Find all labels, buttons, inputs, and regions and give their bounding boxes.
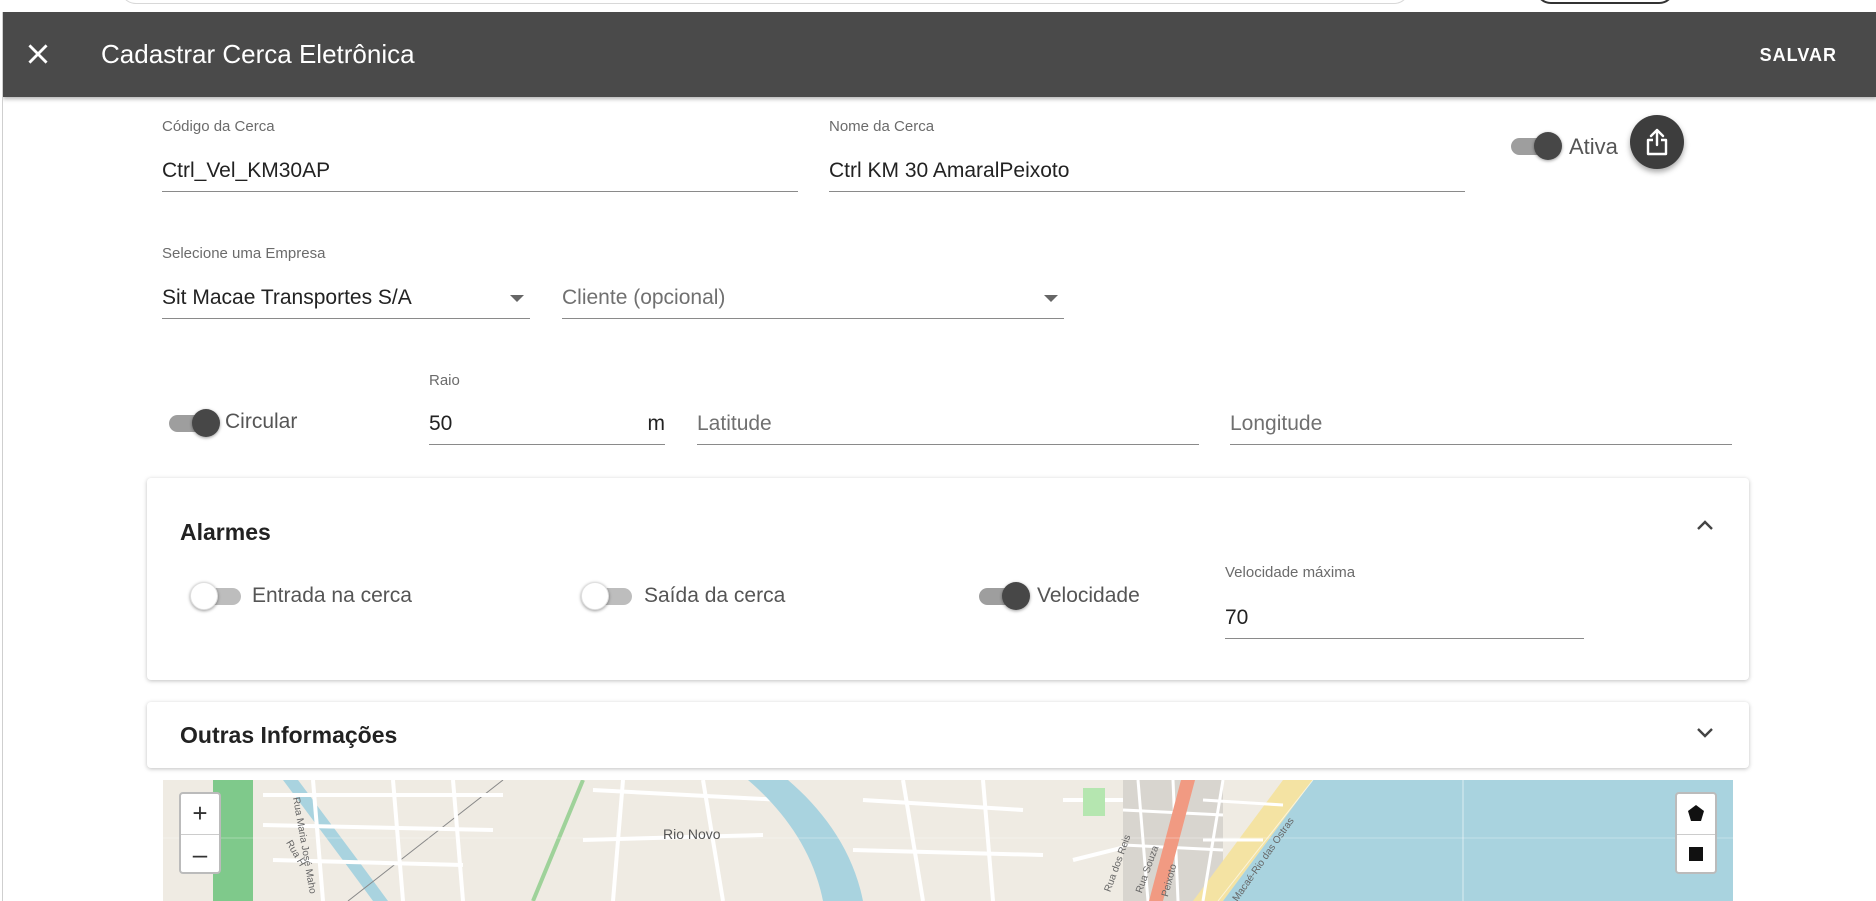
chevron-down-icon [510, 295, 524, 302]
entrada-switch-thumb [190, 582, 218, 610]
velocidade-maxima-value: 70 [1225, 606, 1249, 629]
entrada-switch[interactable] [190, 582, 244, 610]
velocidade-maxima-field[interactable]: Velocidade máxima 70 [1225, 564, 1584, 639]
map-draw-control [1675, 792, 1717, 874]
zoom-in-button[interactable]: + [181, 794, 219, 833]
share-button[interactable] [1630, 115, 1684, 169]
map-zoom-control: + – [179, 792, 221, 874]
alarmes-title: Alarmes [180, 519, 271, 545]
outras-informacoes-title: Outras Informações [180, 722, 398, 748]
raio-field[interactable]: Raio 50 m [429, 372, 665, 445]
map-place-label: Rio Novo [663, 826, 721, 842]
alarmes-panel: Alarmes Entrada na cerca Saída da cerca … [147, 478, 1749, 680]
raio-label: Raio [429, 372, 460, 389]
page-backdrop [0, 0, 1876, 12]
polygon-draw-icon [1688, 805, 1704, 821]
backdrop-search-bar [120, 0, 1410, 4]
codigo-label: Código da Cerca [162, 118, 275, 135]
ativa-label: Ativa [1569, 134, 1618, 159]
raio-unit: m [647, 412, 666, 435]
alarmes-collapse-button[interactable] [1695, 518, 1715, 537]
dialog-title: Cadastrar Cerca Eletrônica [101, 39, 415, 69]
ativa-switch-thumb [1534, 132, 1562, 160]
zoom-out-button[interactable]: – [181, 834, 219, 873]
longitude-placeholder: Longitude [1230, 412, 1323, 435]
velocidade-switch[interactable] [976, 582, 1030, 610]
latitude-field[interactable]: Latitude [697, 372, 1199, 445]
empresa-value: Sit Macae Transportes S/A [162, 286, 412, 309]
circular-switch-thumb [192, 409, 220, 437]
draw-polygon-button[interactable] [1677, 794, 1715, 833]
circular-label: Circular [225, 410, 298, 433]
save-button[interactable]: SALVAR [1760, 45, 1837, 66]
entrada-label: Entrada na cerca [252, 584, 412, 607]
velocidade-switch-thumb [1002, 582, 1030, 610]
cliente-placeholder: Cliente (opcional) [562, 286, 726, 309]
saida-switch[interactable] [581, 582, 635, 610]
velocidade-label: Velocidade [1037, 584, 1140, 607]
empresa-select[interactable]: Selecione uma Empresa Sit Macae Transpor… [162, 245, 530, 319]
codigo-value: Ctrl_Vel_KM30AP [162, 159, 331, 182]
draw-rectangle-button[interactable] [1677, 834, 1715, 873]
map-tiles [163, 780, 1733, 901]
chevron-up-icon [1697, 520, 1713, 530]
saida-label: Saída da cerca [644, 584, 786, 607]
fence-dialog: Cadastrar Cerca Eletrônica SALVAR Código… [2, 12, 1876, 901]
empresa-label: Selecione uma Empresa [162, 245, 326, 262]
saida-switch-thumb [581, 582, 609, 610]
share-icon [1646, 128, 1668, 156]
ativa-switch[interactable] [1508, 132, 1562, 160]
close-icon [28, 44, 48, 64]
square-draw-icon [1689, 847, 1703, 861]
codigo-field[interactable]: Código da Cerca Ctrl_Vel_KM30AP [162, 118, 798, 192]
dialog-appbar: Cadastrar Cerca Eletrônica SALVAR [3, 12, 1876, 97]
close-button[interactable] [25, 41, 51, 67]
chevron-down-icon [1697, 728, 1713, 738]
cliente-select[interactable]: Cliente (opcional) [562, 245, 1064, 319]
chevron-down-icon [1044, 295, 1058, 302]
outras-informacoes-panel[interactable]: Outras Informações [147, 702, 1749, 768]
backdrop-button [1535, 0, 1675, 4]
nome-label: Nome da Cerca [829, 118, 935, 135]
outras-informacoes-expand-button[interactable] [1695, 726, 1715, 745]
raio-value: 50 [429, 412, 453, 435]
velocidade-maxima-label: Velocidade máxima [1225, 564, 1356, 581]
longitude-field[interactable]: Longitude [1230, 372, 1732, 445]
latitude-placeholder: Latitude [697, 412, 772, 435]
nome-field[interactable]: Nome da Cerca Ctrl KM 30 AmaralPeixoto [829, 118, 1465, 192]
nome-value: Ctrl KM 30 AmaralPeixoto [829, 159, 1070, 182]
circular-switch[interactable] [166, 409, 220, 437]
map-view[interactable]: Rio Novo Rua Maria José Maho Rua H Rua d… [163, 780, 1733, 901]
